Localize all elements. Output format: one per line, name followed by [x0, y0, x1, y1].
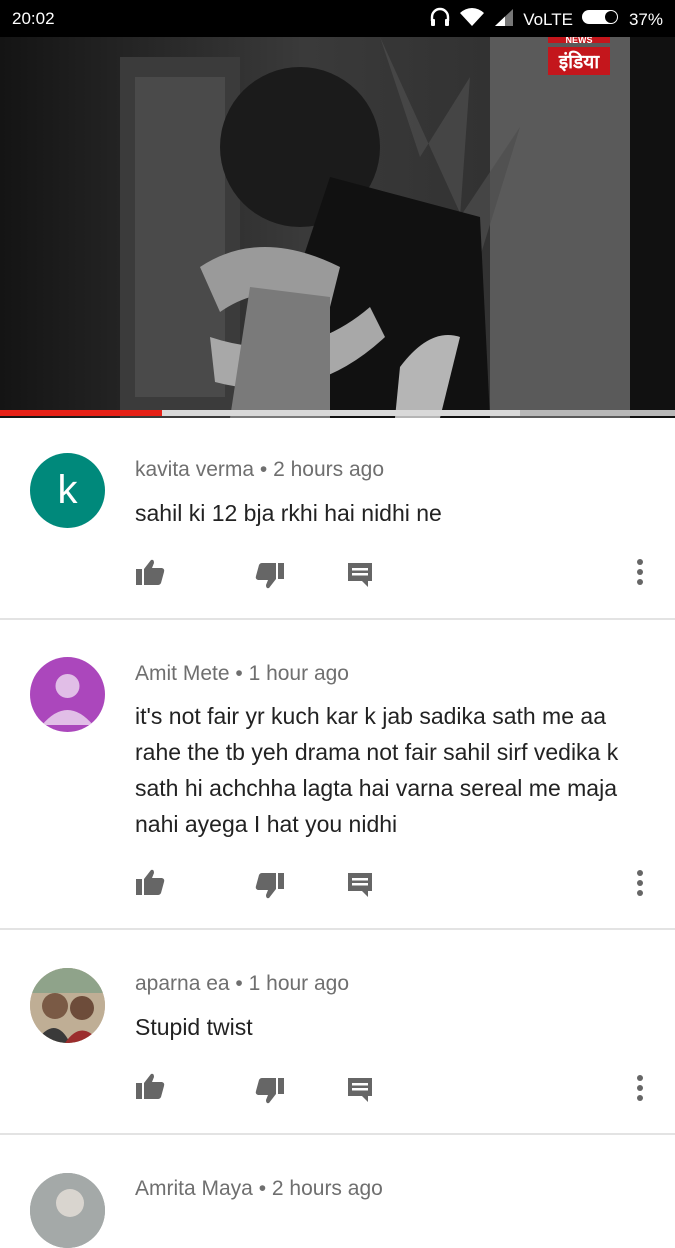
progress-played [0, 410, 162, 416]
watermark-top: NEWS [548, 37, 610, 43]
status-time: 20:02 [12, 9, 55, 28]
more-vert-icon [637, 1075, 643, 1101]
profile-photo [30, 968, 105, 1043]
network-type: VoLTE [523, 9, 573, 29]
comment-meta: Amit Mete • 1 hour ago [135, 662, 349, 686]
like-button[interactable] [130, 862, 170, 902]
video-progress-bar[interactable] [0, 410, 675, 416]
avatar[interactable] [30, 657, 105, 732]
wifi-icon [459, 7, 485, 32]
comment-time: 1 hour ago [248, 662, 349, 685]
comment-time: 1 hour ago [248, 972, 350, 995]
thumbs-up-icon [136, 869, 165, 895]
thumbs-up-icon [136, 559, 165, 585]
more-vert-icon [637, 559, 643, 585]
comment-item: Amit Mete • 1 hour ago it's not fair yr … [0, 620, 675, 930]
comment-item: Amrita Maya • 2 hours ago [0, 1135, 675, 1248]
comment-meta: aparna ea • 1 hour ago [135, 972, 349, 996]
meta-separator: • [229, 662, 249, 685]
like-button[interactable] [130, 552, 170, 592]
default-avatar-icon [42, 674, 93, 725]
avatar[interactable] [30, 968, 105, 1043]
dislike-button[interactable] [250, 556, 290, 596]
meta-separator: • [229, 972, 249, 995]
reply-icon [348, 563, 372, 587]
reply-button[interactable] [340, 865, 380, 905]
reply-icon [348, 1078, 372, 1102]
like-button[interactable] [130, 1066, 170, 1106]
reply-button[interactable] [340, 1070, 380, 1110]
channel-watermark: NEWS इंडिया [548, 37, 610, 75]
thumbs-down-icon [255, 563, 284, 589]
comment-time: 2 hours ago [273, 458, 384, 481]
comment-author[interactable]: aparna ea [135, 972, 230, 995]
reply-icon [348, 873, 372, 897]
comment-text: it's not fair yr kuch kar k jab sadika s… [135, 703, 619, 837]
more-options-button[interactable] [620, 552, 660, 592]
meta-separator: • [252, 1177, 272, 1200]
more-options-button[interactable] [620, 1068, 660, 1108]
comment-text: Stupid twist [135, 1014, 253, 1040]
comment-meta: kavita verma • 2 hours ago [135, 458, 384, 482]
more-options-button[interactable] [620, 863, 660, 903]
comment-item: k kavita verma • 2 hours ago sahil ki 12… [0, 418, 675, 620]
avatar[interactable] [30, 1173, 105, 1248]
profile-photo [30, 1173, 105, 1248]
comment-author[interactable]: Amit Mete [135, 662, 230, 685]
watermark-main: इंडिया [548, 47, 610, 75]
more-vert-icon [637, 870, 643, 896]
avatar[interactable]: k [30, 453, 105, 528]
dislike-button[interactable] [250, 866, 290, 906]
video-player[interactable]: NEWS इंडिया [0, 37, 675, 418]
dislike-button[interactable] [250, 1071, 290, 1111]
comment-meta: Amrita Maya • 2 hours ago [135, 1177, 383, 1201]
thumbs-down-icon [255, 1078, 284, 1104]
meta-separator: • [254, 458, 274, 481]
comment-time: 2 hours ago [271, 1177, 383, 1200]
thumbs-down-icon [255, 873, 284, 899]
battery-icon [581, 7, 621, 32]
video-frame [0, 37, 675, 418]
status-bar: 20:02 VoLTE 37% [0, 0, 675, 37]
signal-icon [493, 7, 515, 32]
comment-author[interactable]: kavita verma [135, 458, 254, 481]
battery-level: 37% [628, 9, 663, 29]
comment-item: aparna ea • 1 hour ago Stupid twist [0, 930, 675, 1135]
headphones-icon [429, 7, 451, 32]
thumbs-up-icon [136, 1073, 165, 1099]
comment-text: sahil ki 12 bja rkhi hai nidhi ne [135, 500, 442, 526]
comment-author[interactable]: Amrita Maya [135, 1177, 253, 1200]
reply-button[interactable] [340, 555, 380, 595]
